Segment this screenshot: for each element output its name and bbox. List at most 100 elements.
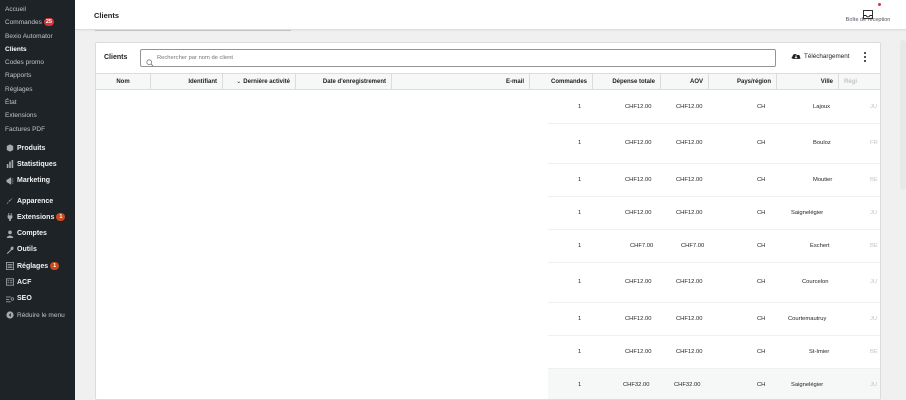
cell-ville: Moutier: [813, 177, 833, 183]
menu-label: Réglages: [17, 262, 49, 270]
customers-card: Clients Téléchargement Nom Identifiant ⌄…: [95, 42, 881, 400]
submenu-item-rapports[interactable]: Rapports: [0, 69, 75, 82]
cell-aov: CHF12.00: [676, 104, 703, 110]
page-title: Clients: [94, 11, 120, 20]
column-derniere-activite[interactable]: ⌄ Dernière activité: [223, 74, 296, 90]
column-commandes[interactable]: Commandes: [530, 74, 593, 90]
submenu-item-extensions[interactable]: Extensions: [0, 109, 75, 122]
download-button[interactable]: Téléchargement: [791, 52, 850, 60]
menu-item-apparence[interactable]: Apparence: [0, 193, 75, 209]
menu-item-produits[interactable]: Produits: [0, 140, 75, 156]
cell-commandes: 1: [578, 349, 582, 355]
seo-icon: [5, 294, 14, 303]
submenu-item-factures-pdf[interactable]: Factures PDF: [0, 123, 75, 136]
cell-depense: CHF12.00: [625, 316, 652, 322]
submenu-item-etat[interactable]: État: [0, 96, 75, 109]
menu-item-marketing[interactable]: Marketing: [0, 173, 75, 189]
table-row[interactable]: 1 CHF12.00 CHF12.00 CH Moutier BE: [548, 164, 880, 197]
submenu-item-codes-promo[interactable]: Codes promo: [0, 56, 75, 69]
cell-pays: CH: [757, 177, 766, 183]
column-aov[interactable]: AOV: [661, 74, 709, 90]
cell-aov: CHF12.00: [676, 349, 703, 355]
cell-aov: CHF12.00: [676, 279, 703, 285]
stats-icon: [5, 160, 14, 169]
users-icon: [5, 229, 14, 238]
column-date-enregistrement[interactable]: Date d'enregistrement: [296, 74, 392, 90]
cell-pays: CH: [757, 316, 766, 322]
search-input[interactable]: [157, 52, 757, 64]
collapse-icon: [5, 311, 14, 320]
download-label: Téléchargement: [804, 52, 850, 60]
submenu-item-commandes[interactable]: Commandes 25: [0, 16, 75, 29]
table-row[interactable]: 1 CHF12.00 CHF12.00 CH Courcelon JU: [548, 263, 880, 303]
menu-item-outils[interactable]: Outils: [0, 242, 75, 258]
submenu-label: Accueil: [5, 6, 26, 13]
cell-ville: Saignelégier: [791, 210, 824, 216]
collapse-label: Réduire le menu: [17, 311, 65, 319]
table-row[interactable]: 1 CHF12.00 CHF12.00 CH Bouloz FR: [548, 124, 880, 164]
cell-commandes: 1: [578, 177, 582, 183]
cell-commandes: 1: [578, 382, 582, 388]
card-title: Clients: [104, 54, 128, 61]
cell-region: JU: [870, 210, 878, 216]
submenu-item-clients[interactable]: Clients: [0, 43, 75, 56]
collapse-menu-button[interactable]: Réduire le menu: [0, 307, 75, 323]
cell-region: BE: [870, 177, 878, 183]
cell-aov: CHF12.00: [676, 210, 703, 216]
cell-depense: CHF12.00: [625, 349, 652, 355]
cell-depense: CHF12.00: [625, 279, 652, 285]
cell-pays: CH: [757, 140, 766, 146]
cell-commandes: 1: [578, 279, 582, 285]
column-ville[interactable]: Ville: [777, 74, 839, 90]
cell-region: BE: [870, 243, 878, 249]
inbox-button[interactable]: Boîte de réception: [840, 3, 896, 23]
cell-ville: St-Imier: [809, 349, 830, 355]
settings-count-badge: 1: [50, 262, 60, 271]
column-depense-totale[interactable]: Dépense totale: [593, 74, 661, 90]
menu-item-acf[interactable]: ACF: [0, 274, 75, 290]
cell-commandes: 1: [578, 140, 582, 146]
table-row[interactable]: 1 CHF12.00 CHF12.00 CH Courtemautruy JU: [548, 303, 880, 336]
cell-aov: CHF12.00: [676, 316, 703, 322]
marketing-icon: [5, 176, 14, 185]
menu-item-reglages[interactable]: Réglages 1: [0, 258, 75, 274]
column-email[interactable]: E-mail: [392, 74, 530, 90]
column-region[interactable]: Régi: [839, 74, 880, 90]
cell-depense: CHF32.00: [623, 382, 650, 388]
cell-commandes: 1: [578, 210, 582, 216]
cloud-download-icon: [791, 52, 801, 60]
column-pays-region[interactable]: Pays/région: [709, 74, 777, 90]
cell-depense: CHF7.00: [630, 243, 654, 249]
menu-item-extensions[interactable]: Extensions 1: [0, 209, 75, 225]
table-row[interactable]: 1 CHF32.00 CHF32.00 CH Saignelégier JU: [548, 369, 880, 399]
menu-label: Statistiques: [17, 160, 57, 168]
submenu-item-reglages[interactable]: Réglages: [0, 83, 75, 96]
cell-commandes: 1: [578, 316, 582, 322]
search-box[interactable]: [140, 49, 776, 67]
more-options-icon[interactable]: [861, 51, 869, 63]
table-row[interactable]: 1 CHF12.00 CHF12.00 CH Saignelégier JU: [548, 197, 880, 230]
menu-label: Extensions: [17, 213, 55, 221]
table-row[interactable]: 1 CHF12.00 CHF12.00 CH St-Imier BE: [548, 336, 880, 369]
menu-item-comptes[interactable]: Comptes: [0, 225, 75, 241]
table-row[interactable]: 1 CHF7.00 CHF7.00 CH Eschert BE: [548, 230, 880, 263]
notification-dot: [878, 3, 881, 6]
column-nom[interactable]: Nom: [96, 74, 151, 90]
cell-commandes: 1: [578, 104, 582, 110]
column-identifiant[interactable]: Identifiant: [151, 74, 223, 90]
table-row[interactable]: 1 CHF12.00 CHF12.00 CH Lajoux JU: [548, 91, 880, 124]
submenu-item-accueil[interactable]: Accueil: [0, 3, 75, 16]
menu-label: ACF: [17, 278, 32, 286]
cell-depense: CHF12.00: [625, 140, 652, 146]
submenu-label: Rapports: [5, 72, 32, 80]
search-icon: [146, 54, 154, 67]
menu-label: SEO: [17, 295, 32, 303]
cell-ville: Bouloz: [813, 140, 831, 146]
submenu-item-bexio[interactable]: Bexio Automator: [0, 30, 75, 43]
page-scrollbar[interactable]: [900, 40, 906, 190]
product-icon: [5, 144, 14, 153]
update-count-badge: 1: [56, 213, 66, 222]
table-header: Nom Identifiant ⌄ Dernière activité Date …: [96, 73, 880, 90]
menu-item-seo[interactable]: SEO: [0, 291, 75, 307]
menu-item-statistiques[interactable]: Statistiques: [0, 156, 75, 172]
